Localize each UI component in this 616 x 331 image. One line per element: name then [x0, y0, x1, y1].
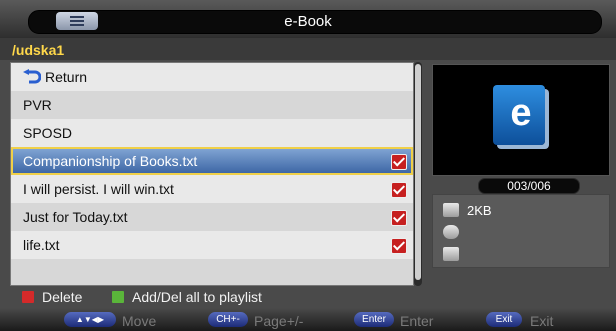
list-item-label: I will persist. I will win.txt [23, 181, 174, 197]
list-item[interactable]: I will persist. I will win.txt [11, 175, 413, 203]
page-hint: Page+/- [254, 313, 304, 329]
list-item-label: Return [45, 69, 88, 85]
enter-key-icon: Enter [354, 312, 394, 327]
enter-hint: Enter [400, 313, 434, 329]
list-item[interactable]: PVR [11, 91, 413, 119]
checkbox-checked[interactable] [391, 238, 407, 254]
list-item-label: Just for Today.txt [23, 209, 128, 225]
red-key-icon [22, 291, 34, 303]
legend-bar [0, 286, 616, 308]
drive-icon [443, 247, 459, 261]
list-item-label: Companionship of Books.txt [23, 153, 198, 169]
preview-pane: e [432, 64, 610, 176]
delete-legend: Delete [42, 289, 83, 305]
checkbox-checked[interactable] [391, 210, 407, 226]
scrollbar[interactable] [414, 62, 422, 286]
exit-key-icon: Exit [486, 312, 522, 327]
list-item-selected[interactable]: Companionship of Books.txt [11, 147, 413, 175]
green-key-icon [112, 291, 124, 303]
list-item-label: SPOSD [23, 125, 73, 141]
list-item-return[interactable]: Return [11, 63, 413, 91]
list-item[interactable]: SPOSD [11, 119, 413, 147]
page-title: e-Book [284, 13, 332, 30]
list-item-label: life.txt [23, 237, 60, 253]
exit-hint: Exit [530, 313, 554, 329]
return-arrow-icon [23, 69, 41, 84]
file-info-panel: 2KB [432, 194, 610, 268]
ch-key-icon: CH+- [208, 312, 248, 327]
file-size-icon [443, 203, 459, 217]
ebook-icon: e [493, 85, 545, 145]
file-list: Return PVR SPOSD Companionship of Books.… [10, 62, 414, 286]
list-item-empty [11, 259, 413, 285]
list-item[interactable]: Just for Today.txt [11, 203, 413, 231]
list-item[interactable]: life.txt [11, 231, 413, 259]
move-hint: Move [122, 313, 157, 329]
checkbox-checked[interactable] [391, 154, 407, 170]
scroll-thumb[interactable] [415, 64, 421, 280]
current-path: /udska1 [12, 42, 65, 58]
arrow-keys-icon: ▲▼◀▶ [64, 312, 116, 327]
file-size: 2KB [467, 203, 492, 218]
checkbox-checked[interactable] [391, 182, 407, 198]
ebook-letter: e [510, 92, 532, 134]
disc-icon [443, 225, 459, 239]
list-item-label: PVR [23, 97, 52, 113]
path-bar [0, 38, 616, 60]
playlist-legend: Add/Del all to playlist [132, 289, 262, 305]
file-counter: 003/006 [478, 178, 580, 194]
